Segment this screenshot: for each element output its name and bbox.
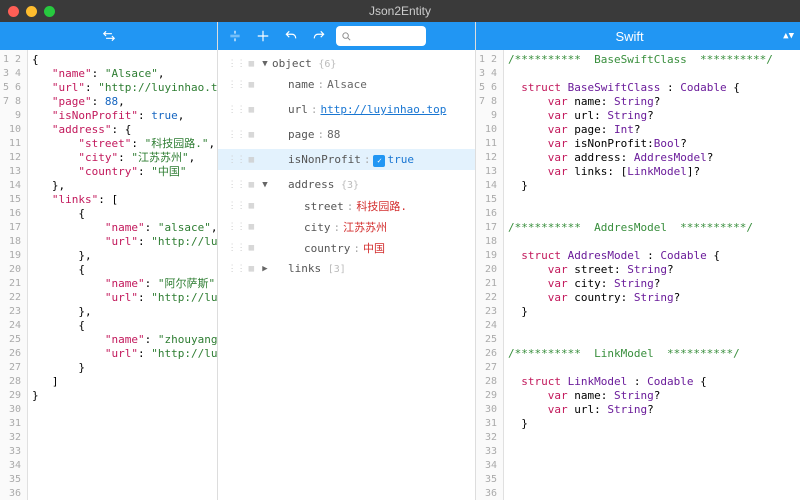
search-icon	[341, 31, 352, 42]
collapse-icon[interactable]	[224, 26, 246, 46]
minimize-icon[interactable]	[26, 6, 37, 17]
json-code[interactable]: { "name": "Alsace", "url": "http://luyin…	[28, 50, 217, 500]
drag-icon[interactable]: ⋮⋮	[228, 59, 246, 69]
bool-badge-icon: ✓	[373, 155, 385, 167]
tree-value: 科技园路.	[356, 200, 407, 213]
tree-key: url	[288, 103, 308, 116]
tree-key: object	[272, 57, 312, 70]
tree-row[interactable]: ⋮⋮▦ ▼object {6}	[218, 53, 475, 74]
tree-key: street	[304, 200, 344, 213]
right-toolbar: Swift ▲▼	[476, 22, 800, 50]
tree-row[interactable]: ⋮⋮▦name:Alsace	[218, 74, 475, 95]
tree-count: {3}	[341, 180, 359, 191]
tree-pane: ⋮⋮▦▼object {6}⋮⋮▦name:Alsace⋮⋮▦url:http:…	[218, 22, 476, 500]
main-area: 1 2 3 4 5 6 7 8 9 10 11 12 13 14 15 16 1…	[0, 22, 800, 500]
menu-icon[interactable]: ▦	[249, 105, 254, 115]
redo-icon[interactable]	[308, 26, 330, 46]
tree-key: name	[288, 78, 315, 91]
menu-icon[interactable]: ▦	[249, 180, 254, 190]
expand-icon[interactable]	[252, 26, 274, 46]
tree-row[interactable]: ⋮⋮▦country:中国	[218, 237, 475, 258]
menu-icon[interactable]: ▦	[249, 130, 254, 140]
tree-key: country	[304, 242, 350, 255]
window-title: Json2Entity	[369, 4, 431, 18]
mid-toolbar	[218, 22, 475, 50]
chevron-updown-icon: ▲▼	[783, 31, 794, 41]
menu-icon[interactable]: ▦	[249, 243, 254, 253]
drag-icon[interactable]: ⋮⋮	[228, 243, 246, 253]
drag-icon[interactable]: ⋮⋮	[228, 264, 246, 274]
tree-value: Alsace	[327, 78, 367, 91]
tree-key: city	[304, 221, 331, 234]
menu-icon[interactable]: ▦	[249, 222, 254, 232]
output-pane: Swift ▲▼ 1 2 3 4 5 6 7 8 9 10 11 12 13 1…	[476, 22, 800, 500]
tree-row[interactable]: ⋮⋮▦ ▶ links [3]	[218, 258, 475, 279]
tree-row[interactable]: ⋮⋮▦url:http://luyinhao.top	[218, 99, 475, 120]
disclosure-icon[interactable]: ▶	[258, 264, 272, 274]
drag-icon[interactable]: ⋮⋮	[228, 201, 246, 211]
tree-row[interactable]: ⋮⋮▦city:江苏苏州	[218, 216, 475, 237]
tree-count: {6}	[318, 59, 336, 70]
code-output[interactable]: 1 2 3 4 5 6 7 8 9 10 11 12 13 14 15 16 1…	[476, 50, 800, 500]
tree-value: true	[387, 153, 414, 166]
title-bar: Json2Entity	[0, 0, 800, 22]
swap-icon[interactable]	[98, 26, 120, 46]
drag-icon[interactable]: ⋮⋮	[228, 180, 246, 190]
tree-row[interactable]: ⋮⋮▦page:88	[218, 124, 475, 145]
menu-icon[interactable]: ▦	[249, 264, 254, 274]
menu-icon[interactable]: ▦	[249, 201, 254, 211]
tree-row[interactable]: ⋮⋮▦ ▼ address {3}	[218, 174, 475, 195]
search-input[interactable]	[356, 30, 416, 42]
drag-icon[interactable]: ⋮⋮	[228, 80, 246, 90]
tree-value: http://luyinhao.top	[321, 103, 447, 116]
close-icon[interactable]	[8, 6, 19, 17]
left-toolbar	[0, 22, 217, 50]
menu-icon[interactable]: ▦	[249, 80, 254, 90]
drag-icon[interactable]: ⋮⋮	[228, 105, 246, 115]
drag-icon[interactable]: ⋮⋮	[228, 130, 246, 140]
traffic-lights	[8, 6, 55, 17]
maximize-icon[interactable]	[44, 6, 55, 17]
tree-key: address	[288, 178, 334, 191]
menu-icon[interactable]: ▦	[249, 155, 254, 165]
undo-icon[interactable]	[280, 26, 302, 46]
json-tree[interactable]: ⋮⋮▦▼object {6}⋮⋮▦name:Alsace⋮⋮▦url:http:…	[218, 50, 475, 500]
tree-row[interactable]: ⋮⋮▦isNonProfit:✓true	[218, 149, 475, 170]
tree-key: page	[288, 128, 315, 141]
search-box[interactable]	[336, 26, 426, 46]
tree-value: 江苏苏州	[343, 221, 387, 234]
json-editor-pane: 1 2 3 4 5 6 7 8 9 10 11 12 13 14 15 16 1…	[0, 22, 218, 500]
tree-key: isNonProfit	[288, 153, 361, 166]
tree-value: 88	[327, 128, 340, 141]
disclosure-icon[interactable]: ▼	[258, 180, 272, 190]
json-editor[interactable]: 1 2 3 4 5 6 7 8 9 10 11 12 13 14 15 16 1…	[0, 50, 217, 500]
line-gutter: 1 2 3 4 5 6 7 8 9 10 11 12 13 14 15 16 1…	[476, 50, 504, 500]
tree-row[interactable]: ⋮⋮▦street:科技园路.	[218, 195, 475, 216]
line-gutter: 1 2 3 4 5 6 7 8 9 10 11 12 13 14 15 16 1…	[0, 50, 28, 500]
drag-icon[interactable]: ⋮⋮	[228, 155, 246, 165]
drag-icon[interactable]: ⋮⋮	[228, 222, 246, 232]
tree-count: [3]	[328, 264, 346, 275]
tree-value: 中国	[363, 242, 385, 255]
swift-code[interactable]: /********** BaseSwiftClass **********/ s…	[504, 50, 800, 500]
language-selector[interactable]: Swift	[482, 29, 777, 44]
disclosure-icon[interactable]: ▼	[258, 59, 272, 69]
menu-icon[interactable]: ▦	[249, 59, 254, 69]
tree-key: links	[288, 262, 321, 275]
